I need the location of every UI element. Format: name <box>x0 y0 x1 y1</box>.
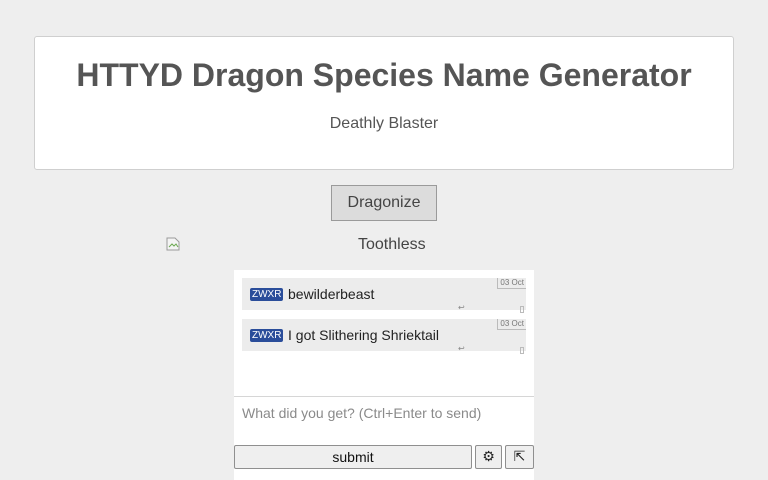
flag-icon[interactable] <box>520 347 524 354</box>
broken-image-icon <box>166 237 180 251</box>
generated-name: Deathly Blaster <box>329 115 439 132</box>
reply-icon[interactable]: ↩ <box>458 345 465 353</box>
submit-button[interactable]: submit <box>234 445 472 469</box>
reply-icon[interactable]: ↩ <box>458 304 465 312</box>
message-list[interactable]: ZWXR bewilderbeast 03 Oct ↩ ZWXR I got S… <box>234 270 534 397</box>
list-item: ZWXR bewilderbeast 03 Oct ↩ <box>242 278 526 313</box>
dragon-image: Toothless <box>0 236 768 256</box>
dragonize-button[interactable]: Dragonize <box>331 185 437 221</box>
settings-icon[interactable]: ⚙ <box>475 445 502 469</box>
user-tag: ZWXR <box>250 329 284 342</box>
message-text: bewilderbeast <box>288 286 375 302</box>
user-tag: ZWXR <box>250 288 284 301</box>
page-title: HTTYD Dragon Species Name Generator <box>76 57 692 93</box>
generator-card: HTTYD Dragon Species Name Generator Deat… <box>34 36 734 170</box>
message-date: 03 Oct <box>497 278 526 289</box>
message-input[interactable] <box>234 397 534 443</box>
image-alt-text: Toothless <box>358 236 426 253</box>
flag-icon[interactable] <box>520 306 524 313</box>
popout-icon[interactable]: ⇱ <box>505 445 534 469</box>
message-text: I got Slithering Shriektail <box>288 327 439 343</box>
list-item: ZWXR I got Slithering Shriektail 03 Oct … <box>242 319 526 354</box>
message-date: 03 Oct <box>497 319 526 330</box>
